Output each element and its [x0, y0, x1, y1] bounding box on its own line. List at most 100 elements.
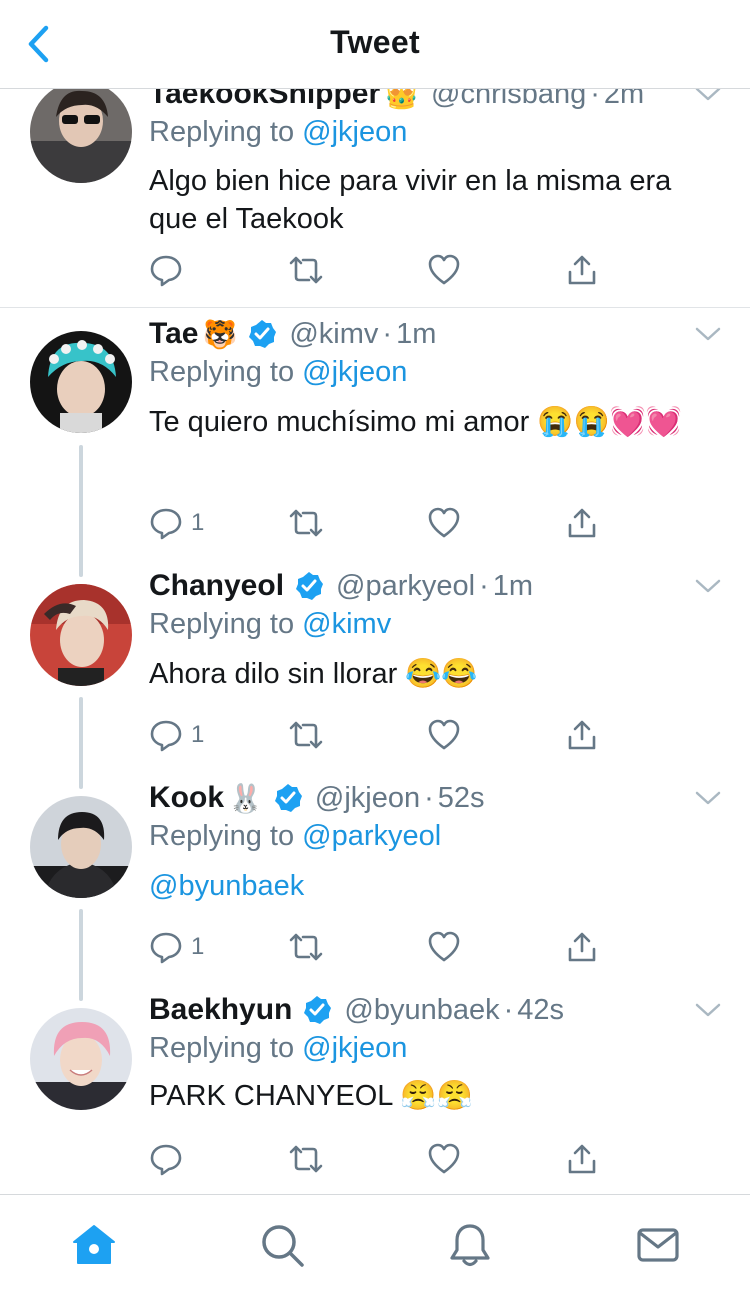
share-button[interactable] — [565, 715, 599, 755]
home-icon — [73, 1225, 115, 1264]
retweet-icon — [289, 933, 323, 961]
chevron-down-icon[interactable] — [694, 1000, 722, 1020]
retweet-button[interactable] — [287, 1139, 325, 1179]
chevron-down-icon[interactable] — [694, 788, 722, 808]
messages-icon — [637, 1228, 679, 1262]
timestamp: 2m — [603, 88, 645, 110]
replying-to-link[interactable]: @parkyeol — [302, 820, 441, 852]
retweet-button[interactable] — [287, 250, 325, 290]
retweet-button[interactable] — [287, 715, 325, 755]
retweet-icon — [289, 1145, 323, 1173]
display-name[interactable]: Chanyeol — [149, 569, 284, 603]
user-handle[interactable]: @parkyeol — [336, 570, 475, 603]
tweet-text: Algo bien hice para vivir en la misma er… — [149, 165, 672, 235]
name-emoji: 👑 — [384, 88, 420, 110]
like-button[interactable] — [427, 250, 461, 290]
display-name[interactable]: Baekhyun — [149, 993, 292, 1027]
separator-dot: · — [424, 781, 434, 814]
verified-badge-icon — [296, 572, 324, 600]
avatar[interactable] — [30, 331, 132, 433]
replying-to: Replying to @kimv — [149, 608, 391, 641]
tweet-actions: 1 — [149, 715, 619, 755]
replying-to-link[interactable]: @kimv — [302, 608, 391, 640]
retweet-button[interactable] — [287, 503, 325, 543]
reply-button[interactable]: 1 — [149, 503, 204, 543]
replying-to: Replying to @jkjeon — [149, 116, 407, 149]
tab-home[interactable] — [70, 1221, 118, 1269]
replying-to-label: Replying to — [149, 1032, 295, 1064]
reply-button[interactable]: 1 — [149, 715, 204, 755]
reply-count: 1 — [191, 509, 205, 536]
tweet-card[interactable]: Baekhyun @byunbaek · 42s Replying to @jk… — [0, 993, 750, 1194]
separator-dot: · — [479, 569, 489, 602]
replying-to-label: Replying to — [149, 820, 295, 852]
share-button[interactable] — [565, 250, 599, 290]
user-handle[interactable]: @kimv — [289, 318, 378, 351]
share-button[interactable] — [565, 927, 599, 967]
replying-to-link[interactable]: @jkjeon — [302, 116, 407, 148]
replying-to-link[interactable]: @jkjeon — [302, 1032, 407, 1064]
like-button[interactable] — [427, 1139, 461, 1179]
reply-icon — [150, 508, 182, 540]
reply-icon — [150, 720, 182, 752]
reply-icon — [150, 932, 182, 964]
notifications-icon — [450, 1224, 490, 1267]
retweet-icon — [289, 509, 323, 537]
tweet-actions — [149, 250, 619, 290]
name-emoji: 🐯 — [202, 318, 238, 350]
like-button[interactable] — [427, 927, 461, 967]
reply-button[interactable]: 1 — [149, 927, 204, 967]
share-icon — [568, 720, 596, 750]
tweet-text-mention[interactable]: @byunbaek — [149, 867, 709, 905]
reply-button[interactable] — [149, 1139, 191, 1179]
avatar[interactable] — [30, 1008, 132, 1110]
avatar[interactable] — [30, 584, 132, 686]
tab-notifications[interactable] — [446, 1221, 494, 1269]
display-name[interactable]: Tae — [149, 317, 198, 351]
share-icon — [568, 508, 596, 538]
timestamp: 52s — [437, 781, 485, 814]
name-emoji: 🐰 — [228, 782, 263, 814]
tweet-thread: TaekookShipper 👑 @chrisbang · 2m Replyin… — [0, 88, 750, 1194]
reply-button[interactable] — [149, 250, 191, 290]
retweet-button[interactable] — [287, 927, 325, 967]
tab-search[interactable] — [258, 1221, 306, 1269]
share-button[interactable] — [565, 503, 599, 543]
chevron-down-icon[interactable] — [694, 88, 722, 104]
avatar[interactable] — [30, 796, 132, 898]
heart-icon — [428, 254, 460, 285]
bottom-tab-bar — [0, 1194, 750, 1295]
display-name[interactable]: TaekookShipper — [149, 88, 380, 111]
user-handle[interactable]: @jkjeon — [315, 782, 420, 815]
tweet-card[interactable]: Tae 🐯 @kimv · 1m Replying to @jkjeon Te … — [0, 317, 750, 579]
tweet-text: PARK CHANYEOL 😤😤 — [149, 1080, 473, 1112]
replying-to: Replying to @jkjeon — [149, 356, 407, 389]
chevron-down-icon[interactable] — [694, 576, 722, 596]
reply-icon — [150, 255, 182, 287]
tweet-card[interactable]: Kook 🐰 @jkjeon · 52s Replying to @parkye… — [0, 781, 750, 1003]
user-handle[interactable]: @byunbaek — [344, 994, 499, 1027]
retweet-icon — [289, 256, 323, 284]
like-button[interactable] — [427, 503, 461, 543]
tweet-header: Chanyeol @parkyeol · 1m — [149, 566, 533, 606]
avatar[interactable] — [30, 88, 132, 183]
timestamp: 42s — [517, 993, 565, 1026]
tweet-actions: 1 — [149, 927, 619, 967]
tab-messages[interactable] — [634, 1221, 682, 1269]
share-button[interactable] — [565, 1139, 599, 1179]
verified-badge-icon — [274, 784, 302, 812]
user-handle[interactable]: @chrisbang — [431, 88, 586, 111]
chevron-down-icon[interactable] — [694, 324, 722, 344]
like-button[interactable] — [427, 715, 461, 755]
display-name[interactable]: Kook — [149, 781, 224, 815]
heart-icon — [428, 507, 460, 538]
replying-to-link[interactable]: @jkjeon — [302, 356, 407, 388]
tweet-actions — [149, 1139, 619, 1179]
top-navigation-bar: Tweet — [0, 0, 750, 89]
tweet-card[interactable]: TaekookShipper 👑 @chrisbang · 2m Replyin… — [0, 88, 750, 307]
reply-count: 1 — [191, 933, 205, 960]
tweet-card[interactable]: Chanyeol @parkyeol · 1m Replying to @kim… — [0, 569, 750, 791]
tweet-text: Te quiero muchísimo mi amor 😭😭💓💓 — [149, 406, 682, 438]
tweet-text: Ahora dilo sin llorar 😂😂 — [149, 658, 478, 690]
page-title: Tweet — [330, 24, 420, 60]
